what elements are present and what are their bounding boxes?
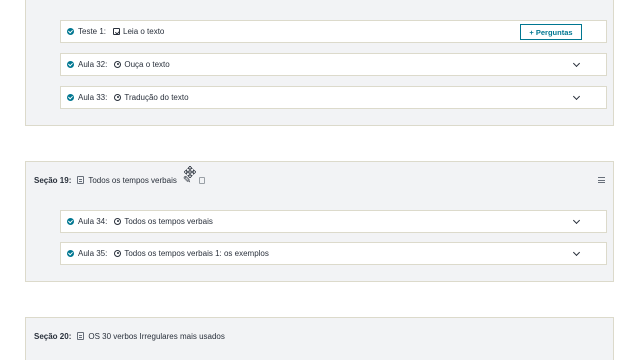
check-circle-icon [67,218,74,225]
section-header[interactable]: Seção 19: Todos os tempos verbais ✎ [34,174,605,186]
play-circle-icon [114,218,122,225]
document-icon [77,176,85,184]
lecture-label: Teste 1: [78,27,107,36]
lecture-item-aula-33[interactable]: Aula 33: Tradução do texto [60,86,607,109]
section-title: Todos os tempos verbais [88,175,177,185]
lecture-title: Todos os tempos verbais 1: os exemplos [124,249,269,258]
lecture-title: Ouça o texto [124,60,170,69]
lecture-item-aula-35[interactable]: Aula 35: Todos os tempos verbais 1: os e… [60,242,607,265]
check-circle-icon [67,94,74,101]
chevron-down-icon[interactable] [572,59,581,68]
hamburger-icon[interactable] [598,177,605,183]
section-20: Seção 20: OS 30 verbos Irregulares mais … [25,317,614,360]
lecture-item-aula-34[interactable]: Aula 34: Todos os tempos verbais [60,210,607,233]
chevron-down-icon[interactable] [572,216,581,225]
section-label: Seção 19: [34,175,72,185]
trash-icon[interactable] [199,176,206,184]
lecture-title: Leia o texto [123,27,165,36]
add-questions-button[interactable]: + Perguntas [520,24,582,40]
play-circle-icon [114,250,122,257]
play-circle-icon [114,61,122,68]
section-header[interactable]: Seção 20: OS 30 verbos Irregulares mais … [34,330,605,342]
lecture-label: Aula 32: [78,60,108,69]
lecture-label: Aula 33: [78,93,108,102]
section-label: Seção 20: [34,331,72,341]
check-circle-icon [67,28,74,35]
lecture-label: Aula 34: [78,217,108,226]
quiz-check-icon [113,28,121,35]
lecture-item-aula-32[interactable]: Aula 32: Ouça o texto [60,53,607,76]
section-title: OS 30 verbos Irregulares mais usados [88,331,225,341]
lecture-title: Tradução do texto [124,93,189,102]
check-circle-icon [67,61,74,68]
move-cursor-icon [184,166,196,178]
chevron-down-icon[interactable] [572,92,581,101]
play-circle-icon [114,94,122,101]
chevron-down-icon[interactable] [572,248,581,257]
lecture-item-teste-1[interactable]: Teste 1: Leia o texto + Perguntas [60,20,607,43]
lecture-label: Aula 35: [78,249,108,258]
check-circle-icon [67,250,74,257]
document-icon [77,332,85,340]
lecture-title: Todos os tempos verbais [124,217,213,226]
